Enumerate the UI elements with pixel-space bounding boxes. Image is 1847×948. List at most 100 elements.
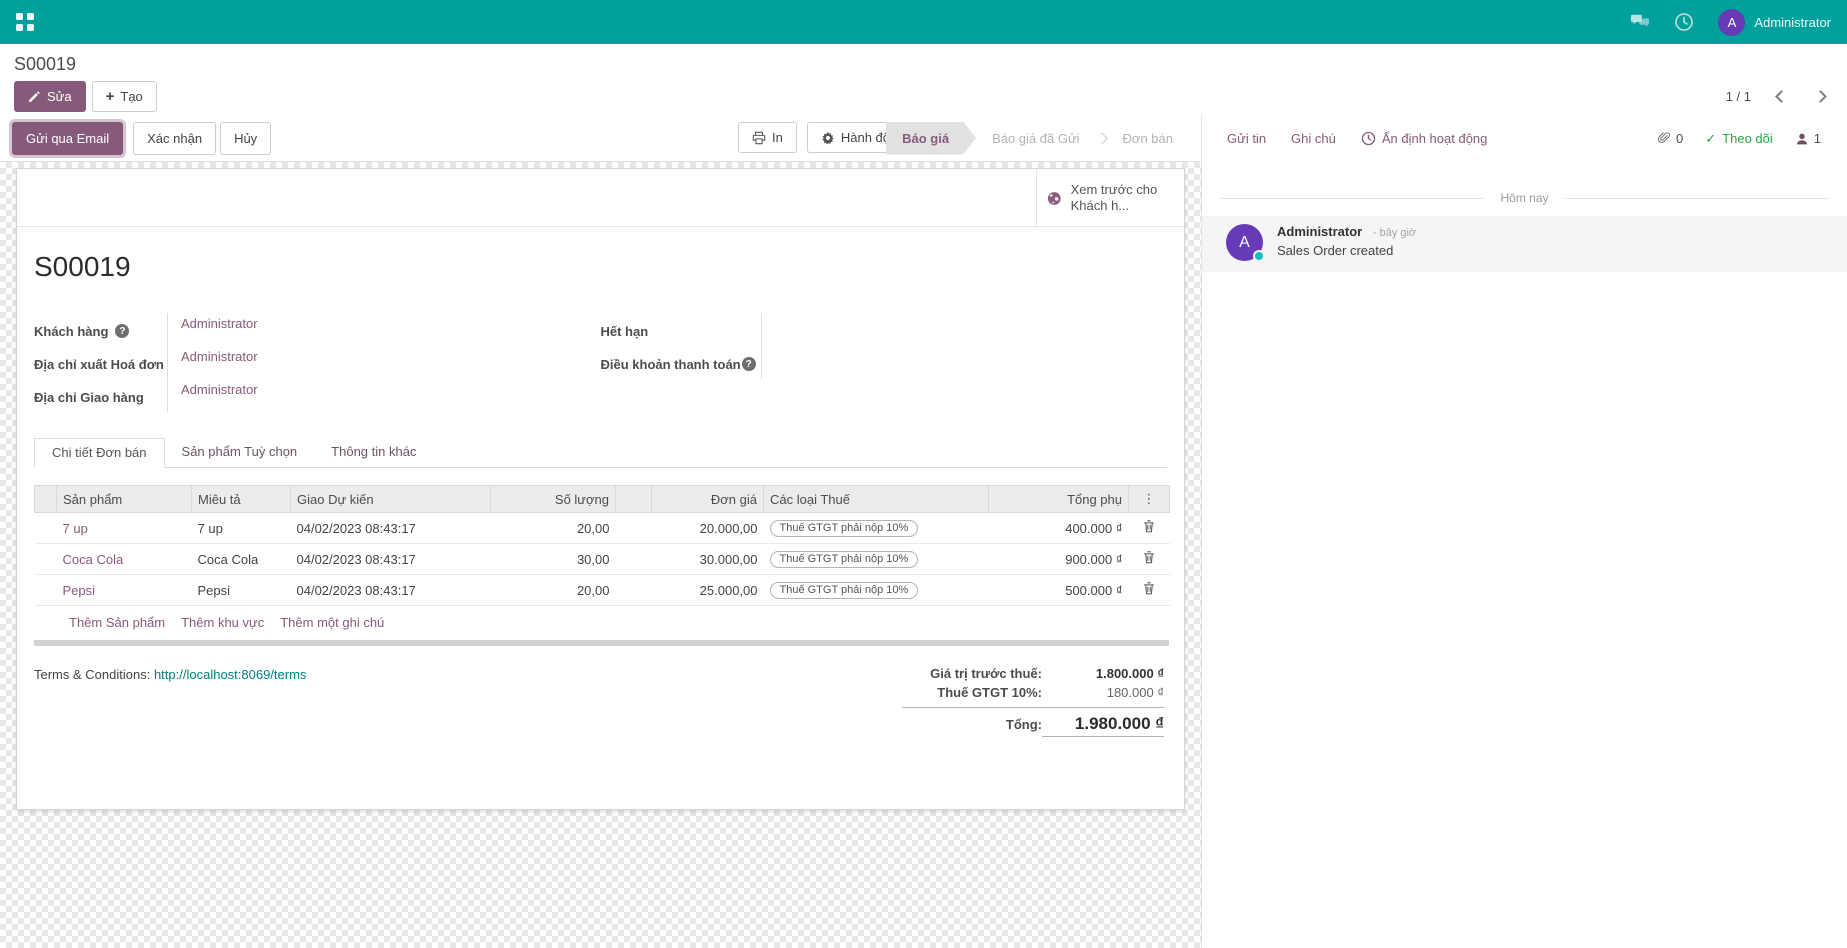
product-cell: Coca Cola [57, 544, 192, 575]
order-line-row[interactable]: Coca Cola Coca Cola 04/02/2023 08:43:17 … [35, 544, 1170, 575]
confirm-button[interactable]: Xác nhận [133, 122, 216, 155]
payment-terms-value[interactable] [761, 346, 1168, 379]
follow-toggle[interactable]: ✓ Theo dõi [1705, 131, 1773, 147]
apps-grid-square [16, 24, 23, 31]
send-message-button[interactable]: Gửi tin [1227, 131, 1266, 146]
delete-row-icon[interactable] [1143, 520, 1155, 533]
tab-optional-products[interactable]: Sản phẩm Tuỳ chọn [165, 438, 315, 467]
apps-grid-square [27, 24, 34, 31]
online-status-dot [1253, 250, 1265, 262]
terms-link[interactable]: http://localhost:8069/terms [154, 667, 306, 682]
untaxed-amount-row: Giá trị trước thuế: 1.800.000 ₫ [902, 664, 1164, 683]
expiration-label: Hết hạn [601, 324, 649, 339]
message-header: Administrator - bây giờ [1277, 224, 1416, 239]
fields-left-column: Khách hàng ? Administrator Địa chỉ xuất … [34, 313, 601, 412]
edit-button[interactable]: Sửa [14, 81, 86, 112]
product-link[interactable]: Coca Cola [63, 552, 124, 567]
delete-row-icon[interactable] [1143, 551, 1155, 564]
print-button[interactable]: In [738, 122, 797, 153]
messages-icon[interactable] [1630, 12, 1650, 32]
plus-icon: + [106, 89, 115, 104]
sheet-top-row: Xem trước cho Khách h... [17, 169, 1184, 227]
globe-icon [1047, 188, 1062, 209]
quantity-column-header[interactable]: Số lượng [491, 486, 616, 513]
invoice-address-value-link[interactable]: Administrator [181, 349, 258, 364]
stage-sales-order[interactable]: Đơn bán [1107, 122, 1189, 155]
order-line-row[interactable]: 7 up 7 up 04/02/2023 08:43:17 20,00 20.0… [35, 513, 1170, 544]
subtotal-column-header[interactable]: Tổng phụ [989, 486, 1129, 513]
customer-preview-label: Xem trước cho Khách h... [1071, 182, 1174, 213]
statusbar-buttons: Gửi qua Email Xác nhận Hủy [12, 122, 271, 155]
activities-clock-icon[interactable] [1674, 12, 1694, 32]
customer-preview-button[interactable]: Xem trước cho Khách h... [1036, 169, 1184, 227]
expiration-value[interactable] [761, 313, 1168, 346]
schedule-activity-label: Ấn định hoạt động [1382, 131, 1488, 146]
grand-total-row: Tổng: 1.980.000 ₫ [902, 707, 1164, 739]
message-author: Administrator [1277, 224, 1362, 239]
add-product-link[interactable]: Thêm Sản phẩm [69, 615, 165, 630]
schedule-activity-button[interactable]: Ấn định hoạt động [1361, 131, 1488, 146]
row-actions-cell [1129, 544, 1170, 575]
stage-quotation[interactable]: Báo giá [886, 122, 976, 155]
control-panel: S00019 Sửa + Tạo In [0, 44, 1847, 115]
followers-counter[interactable]: 1 [1795, 131, 1821, 146]
paperclip-icon [1657, 131, 1671, 146]
terms-label: Terms & Conditions: [34, 667, 150, 682]
product-link[interactable]: 7 up [63, 521, 88, 536]
user-name: Administrator [1754, 15, 1831, 30]
apps-menu-icon[interactable] [16, 13, 34, 31]
tax-amount-row: Thuế GTGT 10%: 180.000 ₫ [902, 683, 1164, 702]
customer-label: Khách hàng [34, 324, 108, 339]
person-icon [1795, 132, 1809, 146]
delivery-column-header[interactable]: Giao Dự kiến [291, 486, 491, 513]
customer-value-link[interactable]: Administrator [181, 316, 258, 331]
form-background: Xem trước cho Khách h... S00019 Khách hà… [0, 162, 1201, 948]
delivery-address-value-link[interactable]: Administrator [181, 382, 258, 397]
row-actions-cell [1129, 513, 1170, 544]
user-menu[interactable]: A Administrator [1718, 9, 1831, 36]
tax-badge: Thuế GTGT phải nộp 10% [770, 582, 919, 599]
delete-row-icon[interactable] [1143, 582, 1155, 595]
unit-price-cell: 25.000,00 [652, 575, 764, 606]
send-by-email-button[interactable]: Gửi qua Email [12, 122, 123, 155]
pager-previous-icon[interactable] [1775, 90, 1788, 103]
delivery-address-value-wrap: Administrator [167, 379, 601, 412]
subtotal-cell: 900.000 ₫ [989, 544, 1129, 575]
add-note-link[interactable]: Thêm một ghi chú [280, 615, 384, 630]
optional-columns-icon[interactable]: ⋮ [1129, 486, 1170, 513]
field-row-payment-terms: Điều khoản thanh toán ? [601, 346, 1168, 379]
uom-cell [616, 544, 652, 575]
tab-order-lines[interactable]: Chi tiết Đơn bán [34, 438, 165, 468]
date-divider: Hôm nay [1220, 191, 1829, 205]
uom-cell [616, 575, 652, 606]
delivery-cell: 04/02/2023 08:43:17 [291, 575, 491, 606]
taxes-cell: Thuế GTGT phải nộp 10% [764, 544, 989, 575]
pager-next-icon[interactable] [1814, 90, 1827, 103]
printer-icon [752, 131, 766, 145]
totals-block: Giá trị trước thuế: 1.800.000 ₫ Thuế GTG… [902, 664, 1164, 739]
customer-label-wrap: Khách hàng ? [34, 313, 167, 346]
subtotal-cell: 400.000 ₫ [989, 513, 1129, 544]
product-link[interactable]: Pepsi [63, 583, 96, 598]
chatter-message[interactable]: A Administrator - bây giờ Sales Order cr… [1202, 216, 1847, 272]
unit-price-column-header[interactable]: Đơn giá [652, 486, 764, 513]
grand-total-label: Tổng: [1006, 717, 1042, 732]
stage-quotation-sent[interactable]: Báo giá đã Gửi [976, 122, 1095, 155]
pencil-icon [28, 90, 41, 103]
payment-terms-label-wrap: Điều khoản thanh toán ? [601, 346, 761, 379]
log-note-button[interactable]: Ghi chú [1291, 131, 1336, 146]
taxes-column-header[interactable]: Các loại Thuế [764, 486, 989, 513]
attachments-counter[interactable]: 0 [1657, 131, 1683, 146]
create-button[interactable]: + Tạo [92, 81, 157, 112]
cancel-button[interactable]: Hủy [220, 122, 271, 155]
description-column-header[interactable]: Miêu tả [192, 486, 291, 513]
order-line-row[interactable]: Pepsi Pepsi 04/02/2023 08:43:17 20,00 25… [35, 575, 1170, 606]
add-section-link[interactable]: Thêm khu vực [181, 615, 264, 630]
tab-other-info[interactable]: Thông tin khác [314, 438, 433, 467]
followers-count: 1 [1814, 131, 1821, 146]
tax-badge: Thuế GTGT phải nộp 10% [770, 520, 919, 537]
pager-counter: 1 / 1 [1726, 89, 1751, 104]
gear-icon [821, 131, 835, 145]
product-column-header[interactable]: Sản phẩm [57, 486, 192, 513]
print-button-label: In [772, 130, 783, 145]
